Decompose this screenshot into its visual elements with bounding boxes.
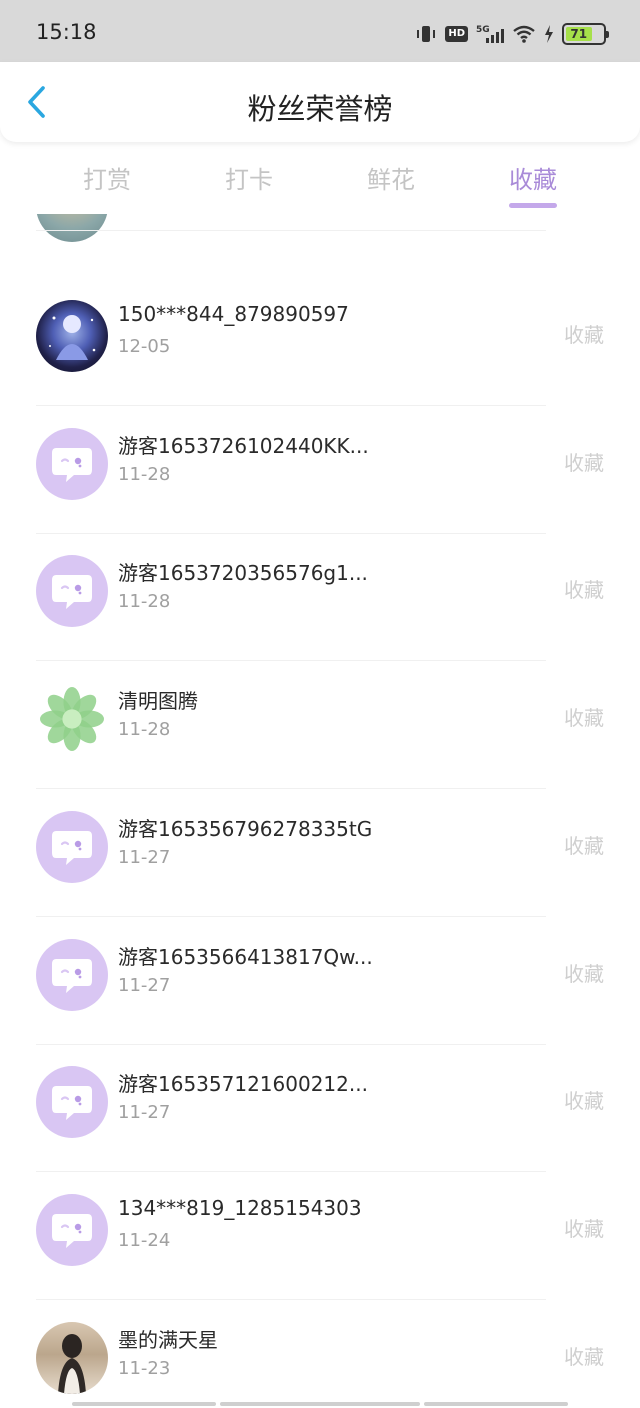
flower-icon [40, 687, 104, 751]
action-label: 收藏 [564, 1345, 604, 1369]
tab-checkin[interactable]: 打卡 [194, 160, 304, 195]
chat-bubble-icon [52, 1086, 92, 1120]
status-time: 15:18 [36, 20, 97, 44]
fan-list[interactable]: 150***844_879890597 12-05 收藏 游客165372610244… [0, 214, 640, 1404]
status-icons: HD 5G 71 [415, 20, 609, 48]
user-name: 游客1653720356576g1... [118, 561, 368, 585]
vibrate-icon [415, 25, 437, 43]
list-item[interactable]: 墨的满天星 11-23 收藏 [0, 1300, 640, 1404]
home-indicator [424, 1402, 568, 1406]
activity-date: 11-28 [118, 719, 171, 740]
avatar [36, 214, 108, 242]
page-title: 粉丝荣誉榜 [247, 92, 393, 126]
user-name: 游客165357121600212... [118, 1072, 368, 1096]
chat-bubble-icon [52, 831, 92, 865]
home-indicator [220, 1402, 420, 1406]
avatar[interactable] [36, 300, 108, 372]
action-label: 收藏 [564, 834, 604, 858]
list-item[interactable]: 游客1653720356576g1... 11-28 收藏 [0, 533, 640, 661]
avatar[interactable] [36, 683, 108, 755]
action-label: 收藏 [564, 962, 604, 986]
action-label: 收藏 [564, 323, 604, 347]
home-indicator [72, 1402, 216, 1406]
activity-date: 11-28 [118, 591, 171, 612]
active-tab-indicator [509, 203, 557, 208]
activity-date: 11-27 [118, 975, 171, 996]
list-item[interactable]: 134***819_1285154303 11-24 收藏 [0, 1172, 640, 1300]
activity-date: 11-27 [118, 847, 171, 868]
avatar[interactable] [36, 1066, 108, 1138]
list-item[interactable]: 游客1653726102440KK... 11-28 收藏 [0, 406, 640, 534]
battery-icon: 71 [562, 23, 609, 45]
user-name: 游客1653726102440KK... [118, 434, 369, 458]
charging-icon [544, 25, 554, 43]
user-name: 134***819_1285154303 [118, 1196, 362, 1220]
list-item[interactable]: 游客1653566413817Qw... 11-27 收藏 [0, 917, 640, 1045]
hd-badge: HD [445, 26, 468, 42]
action-label: 收藏 [564, 1217, 604, 1241]
avatar[interactable] [36, 811, 108, 883]
chat-bubble-icon [52, 575, 92, 609]
anime-character-icon [49, 315, 96, 360]
activity-date: 11-28 [118, 464, 171, 485]
signal-icon: 5G [476, 24, 504, 44]
user-name: 清明图腾 [118, 689, 198, 713]
battery-level: 71 [566, 27, 592, 41]
action-label: 收藏 [564, 451, 604, 475]
status-bar: 15:18 HD 5G 71 [0, 0, 640, 62]
tab-favorites[interactable]: 收藏 [478, 160, 588, 195]
list-item[interactable]: 游客165357121600212... 11-27 收藏 [0, 1044, 640, 1172]
activity-date: 11-27 [118, 1102, 171, 1123]
chat-bubble-icon [52, 448, 92, 482]
divider [36, 230, 546, 231]
svg-text:5G: 5G [476, 25, 490, 35]
nav-header: 粉丝荣誉榜 [0, 62, 640, 142]
chat-bubble-icon [52, 959, 92, 993]
user-name: 游客165356796278335tG [118, 817, 373, 841]
action-label: 收藏 [564, 1089, 604, 1113]
tab-tips[interactable]: 打赏 [52, 160, 162, 195]
avatar[interactable] [36, 555, 108, 627]
activity-date: 11-24 [118, 1230, 171, 1251]
list-item[interactable]: 游客165356796278335tG 11-27 收藏 [0, 789, 640, 917]
avatar[interactable] [36, 1194, 108, 1266]
action-label: 收藏 [564, 706, 604, 730]
tab-flowers[interactable]: 鲜花 [336, 160, 446, 195]
user-name: 墨的满天星 [118, 1328, 218, 1352]
activity-date: 11-23 [118, 1358, 171, 1379]
user-name: 游客1653566413817Qw... [118, 945, 373, 969]
avatar[interactable] [36, 939, 108, 1011]
avatar[interactable] [36, 428, 108, 500]
avatar[interactable] [36, 1322, 108, 1394]
list-item[interactable]: 150***844_879890597 12-05 收藏 [0, 278, 640, 406]
user-name: 150***844_879890597 [118, 302, 349, 326]
list-item[interactable]: 清明图腾 11-28 收藏 [0, 661, 640, 789]
action-label: 收藏 [564, 578, 604, 602]
person-photo-icon [58, 1334, 86, 1394]
chat-bubble-icon [52, 1214, 92, 1248]
activity-date: 12-05 [118, 336, 171, 357]
wifi-icon [512, 25, 536, 43]
